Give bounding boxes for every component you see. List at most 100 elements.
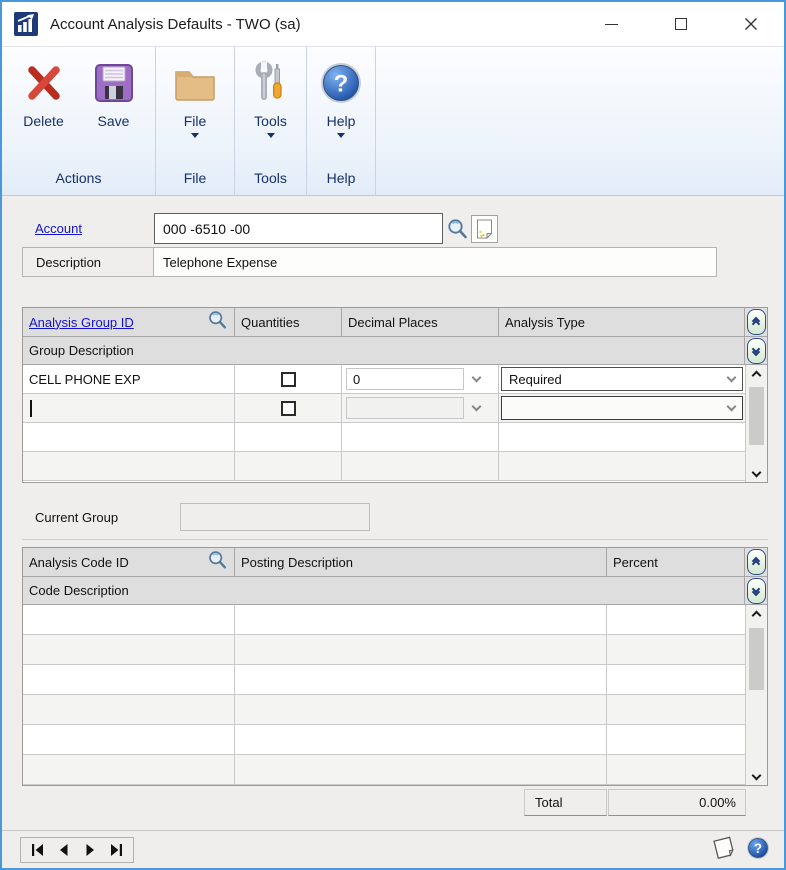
group-id-cell[interactable] (23, 452, 235, 481)
percent-cell[interactable] (607, 755, 745, 785)
delete-x-icon (24, 63, 64, 103)
minimize-icon (605, 24, 618, 25)
quantities-checkbox[interactable] (281, 372, 296, 387)
delete-button[interactable]: Delete (12, 57, 76, 164)
code-row-4 (23, 695, 745, 725)
quantities-checkbox[interactable] (281, 401, 296, 416)
scroll-up-icon (752, 370, 762, 380)
expand-rows-button[interactable] (747, 549, 766, 575)
group-row-2 (23, 394, 745, 423)
code-id-cell[interactable] (23, 695, 235, 725)
decimal-places-cell[interactable] (342, 423, 499, 452)
analysis-type-cell[interactable] (499, 423, 745, 452)
analysis-type-dropdown[interactable]: Required (501, 367, 743, 391)
group-lookup-button[interactable] (207, 310, 228, 334)
percent-cell[interactable] (607, 725, 745, 755)
percent-cell[interactable] (607, 635, 745, 665)
account-lookup-button[interactable] (445, 217, 469, 241)
posting-description-cell[interactable] (235, 695, 607, 725)
scroll-up-button[interactable] (746, 605, 767, 625)
column-header-analysis-group-id: Analysis Group ID (23, 308, 235, 336)
posting-description-cell[interactable] (235, 605, 607, 635)
minimize-button[interactable] (588, 2, 634, 46)
group-id-cell[interactable]: CELL PHONE EXP (23, 365, 235, 394)
decimal-places-cell[interactable] (342, 394, 499, 423)
group-id-cell[interactable] (23, 394, 235, 423)
nav-last-button[interactable] (106, 840, 126, 860)
code-id-cell[interactable] (23, 605, 235, 635)
group-grid-scrollbar[interactable] (745, 365, 767, 482)
nav-previous-button[interactable] (54, 840, 74, 860)
posting-description-cell[interactable] (235, 725, 607, 755)
percent-cell[interactable] (607, 605, 745, 635)
collapse-rows-button[interactable] (747, 578, 766, 604)
toolbar-ribbon: Delete Save (2, 46, 784, 196)
lookup-magnifier-icon (446, 218, 469, 241)
account-input[interactable]: 000 -6510 -00 (154, 213, 443, 244)
maximize-button[interactable] (658, 2, 704, 46)
code-id-cell[interactable] (23, 725, 235, 755)
nav-previous-icon (57, 843, 71, 857)
status-bar: ? (2, 830, 784, 868)
percent-cell[interactable] (607, 665, 745, 695)
percent-cell[interactable] (607, 695, 745, 725)
collapse-rows-button[interactable] (747, 338, 766, 364)
lookup-magnifier-icon (207, 310, 228, 331)
nav-next-button[interactable] (80, 840, 100, 860)
decimal-places-cell[interactable] (342, 452, 499, 481)
scrollbar-thumb[interactable] (749, 628, 764, 690)
account-note-button[interactable] (471, 215, 498, 243)
current-group-field (180, 503, 370, 531)
posting-description-cell[interactable] (235, 635, 607, 665)
close-icon (744, 17, 758, 31)
analysis-code-grid: Analysis Code ID Posting Description Per… (22, 547, 768, 786)
quantities-cell[interactable] (235, 394, 342, 423)
record-navigation (20, 837, 134, 863)
save-button[interactable]: Save (82, 57, 146, 164)
posting-description-cell[interactable] (235, 755, 607, 785)
close-button[interactable] (728, 2, 774, 46)
scroll-down-button[interactable] (746, 765, 767, 785)
group-id-cell[interactable] (23, 423, 235, 452)
folder-icon (172, 63, 218, 103)
analysis-type-cell[interactable] (499, 394, 745, 423)
scroll-down-button[interactable] (746, 462, 767, 482)
analysis-code-grid-header: Analysis Code ID Posting Description Per… (23, 548, 767, 577)
notepad-button[interactable] (710, 835, 738, 861)
expand-rows-button[interactable] (747, 309, 766, 335)
scroll-up-button[interactable] (746, 365, 767, 385)
code-id-cell[interactable] (23, 635, 235, 665)
code-id-cell[interactable] (23, 755, 235, 785)
analysis-type-dropdown[interactable] (501, 396, 743, 420)
file-menu-button[interactable]: File (163, 57, 227, 164)
maximize-icon (675, 18, 687, 30)
scroll-down-icon (752, 467, 762, 477)
statusbar-help-button[interactable]: ? (746, 836, 770, 860)
analysis-group-id-link[interactable]: Analysis Group ID (29, 315, 134, 330)
svg-text:?: ? (754, 841, 762, 856)
analysis-type-cell[interactable]: Required (499, 365, 745, 394)
quantities-cell[interactable] (235, 423, 342, 452)
scrollbar-thumb[interactable] (749, 387, 764, 445)
posting-description-cell[interactable] (235, 665, 607, 695)
scrollbar-track[interactable] (746, 625, 767, 765)
tools-menu-button[interactable]: Tools (239, 57, 303, 164)
decimal-places-cell[interactable]: 0 (342, 365, 499, 394)
decimal-places-value (346, 397, 464, 419)
scrollbar-track[interactable] (746, 385, 767, 462)
tools-menu-label: Tools (254, 113, 287, 129)
code-id-cell[interactable] (23, 665, 235, 695)
code-lookup-button[interactable] (207, 550, 228, 574)
code-row-5 (23, 725, 745, 755)
decimal-places-value[interactable]: 0 (346, 368, 464, 390)
quantities-cell[interactable] (235, 452, 342, 481)
code-grid-scrollbar[interactable] (745, 605, 767, 785)
nav-first-button[interactable] (28, 840, 48, 860)
quantities-cell[interactable] (235, 365, 342, 394)
description-value: Telephone Expense (153, 248, 716, 276)
analysis-type-cell[interactable] (499, 452, 745, 481)
account-link-label[interactable]: Account (35, 221, 82, 236)
tools-icon (249, 61, 293, 105)
help-menu-button[interactable]: ? Help (309, 57, 373, 164)
column-header-decimal-places: Decimal Places (342, 308, 499, 336)
